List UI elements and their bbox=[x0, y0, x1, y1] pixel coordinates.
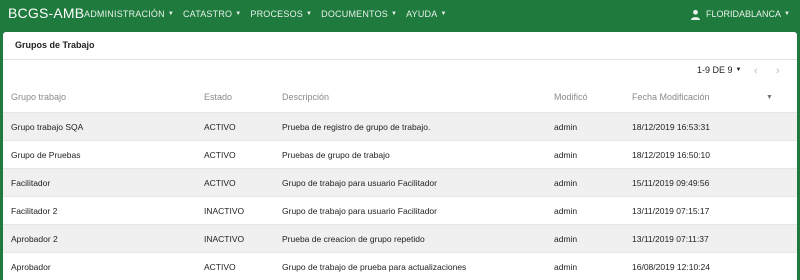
cell-modifico: admin bbox=[554, 234, 578, 244]
user-menu[interactable]: FLORIDABLANCA ▼ bbox=[690, 0, 790, 28]
table-row[interactable]: Facilitador ACTIVO Grupo de trabajo para… bbox=[3, 169, 797, 196]
menu-documentos[interactable]: DOCUMENTOS ▼ bbox=[321, 9, 397, 19]
caret-down-icon: ▼ bbox=[440, 11, 447, 17]
cell-fecha: 18/12/2019 16:50:10 bbox=[632, 150, 710, 160]
cell-grupo: Facilitador bbox=[11, 178, 51, 188]
column-header-grupo[interactable]: Grupo trabajo bbox=[11, 92, 66, 102]
table-row[interactable]: Aprobador ACTIVO Grupo de trabajo de pru… bbox=[3, 253, 797, 280]
user-icon bbox=[690, 9, 701, 20]
menu-label: AYUDA bbox=[406, 9, 438, 19]
cell-estado: ACTIVO bbox=[204, 122, 236, 132]
cell-descripcion: Prueba de registro de grupo de trabajo. bbox=[282, 122, 431, 132]
panel-title: Grupos de Trabajo bbox=[15, 40, 95, 50]
top-navbar: BCGS-AMB ADMINISTRACIÓN ▼ CATASTRO ▼ PROCE… bbox=[0, 0, 800, 28]
cell-fecha: 18/12/2019 16:53:31 bbox=[632, 122, 710, 132]
cell-modifico: admin bbox=[554, 178, 578, 188]
cell-modifico: admin bbox=[554, 150, 578, 160]
column-header-fecha[interactable]: Fecha Modificación bbox=[632, 92, 710, 102]
app-brand[interactable]: BCGS-AMB bbox=[8, 5, 84, 21]
menu-ayuda[interactable]: AYUDA ▼ bbox=[406, 9, 446, 19]
cell-descripcion: Prueba de creacion de grupo repetido bbox=[282, 234, 425, 244]
cell-modifico: admin bbox=[554, 262, 578, 272]
work-groups-panel: Grupos de Trabajo 1-9 DE 9 ▼ ‹ › Grupo tr… bbox=[3, 32, 797, 280]
caret-down-icon[interactable]: ▼ bbox=[766, 94, 773, 101]
menu-label: PROCESOS bbox=[250, 9, 303, 19]
cell-descripcion: Pruebas de grupo de trabajo bbox=[282, 150, 390, 160]
cell-descripcion: Grupo de trabajo para usuario Facilitado… bbox=[282, 206, 437, 216]
cell-descripcion: Grupo de trabajo de prueba para actualiz… bbox=[282, 262, 467, 272]
chevron-left-icon[interactable]: ‹ bbox=[754, 65, 758, 77]
pagination-dropdown[interactable]: 1-9 DE 9 ▼ bbox=[697, 65, 741, 75]
column-header-modifico[interactable]: Modificó bbox=[554, 92, 588, 102]
panel-divider bbox=[3, 59, 797, 60]
caret-down-icon: ▼ bbox=[784, 11, 790, 17]
cell-fecha: 16/08/2019 12:10:24 bbox=[632, 262, 710, 272]
menu-administracion[interactable]: ADMINISTRACIÓN ▼ bbox=[84, 9, 174, 19]
user-name: FLORIDABLANCA bbox=[706, 9, 782, 19]
caret-down-icon: ▼ bbox=[167, 11, 174, 17]
cell-grupo: Grupo trabajo SQA bbox=[11, 122, 84, 132]
cell-grupo: Aprobador 2 bbox=[11, 234, 58, 244]
cell-estado: INACTIVO bbox=[204, 206, 245, 216]
cell-modifico: admin bbox=[554, 122, 578, 132]
cell-modifico: admin bbox=[554, 206, 578, 216]
caret-down-icon: ▼ bbox=[235, 11, 242, 17]
table-row[interactable]: Facilitador 2 INACTIVO Grupo de trabajo … bbox=[3, 197, 797, 224]
cell-grupo: Aprobador bbox=[11, 262, 51, 272]
main-menu: ADMINISTRACIÓN ▼ CATASTRO ▼ PROCESOS ▼ DOCU… bbox=[84, 0, 456, 28]
cell-estado: ACTIVO bbox=[204, 178, 236, 188]
cell-fecha: 15/11/2019 09:49:56 bbox=[632, 178, 710, 188]
menu-label: CATASTRO bbox=[182, 9, 233, 19]
cell-fecha: 13/11/2019 07:15:17 bbox=[632, 206, 710, 216]
column-header-descripcion[interactable]: Descripción bbox=[282, 92, 329, 102]
menu-catastro[interactable]: CATASTRO ▼ bbox=[183, 9, 241, 19]
caret-down-icon: ▼ bbox=[306, 11, 313, 17]
cell-descripcion: Grupo de trabajo para usuario Facilitado… bbox=[282, 178, 437, 188]
cell-grupo: Facilitador 2 bbox=[11, 206, 58, 216]
cell-fecha: 13/11/2019 07:11:37 bbox=[632, 234, 709, 244]
menu-label: DOCUMENTOS bbox=[321, 9, 388, 19]
chevron-right-icon[interactable]: › bbox=[776, 65, 780, 77]
pagination-label: 1-9 DE 9 bbox=[697, 65, 733, 75]
caret-down-icon: ▼ bbox=[735, 67, 742, 73]
table-row[interactable]: Grupo trabajo SQA ACTIVO Prueba de regis… bbox=[3, 113, 797, 140]
table-row[interactable]: Grupo de Pruebas ACTIVO Pruebas de grupo… bbox=[3, 141, 797, 168]
cell-estado: INACTIVO bbox=[204, 234, 245, 244]
caret-down-icon: ▼ bbox=[390, 11, 398, 17]
menu-label: ADMINISTRACIÓN bbox=[84, 9, 165, 19]
cell-estado: ACTIVO bbox=[204, 150, 236, 160]
column-header-estado[interactable]: Estado bbox=[204, 92, 232, 102]
table-row[interactable]: Aprobador 2 INACTIVO Prueba de creacion … bbox=[3, 225, 797, 252]
cell-estado: ACTIVO bbox=[204, 262, 236, 272]
cell-grupo: Grupo de Pruebas bbox=[11, 150, 81, 160]
menu-procesos[interactable]: PROCESOS ▼ bbox=[250, 9, 312, 19]
